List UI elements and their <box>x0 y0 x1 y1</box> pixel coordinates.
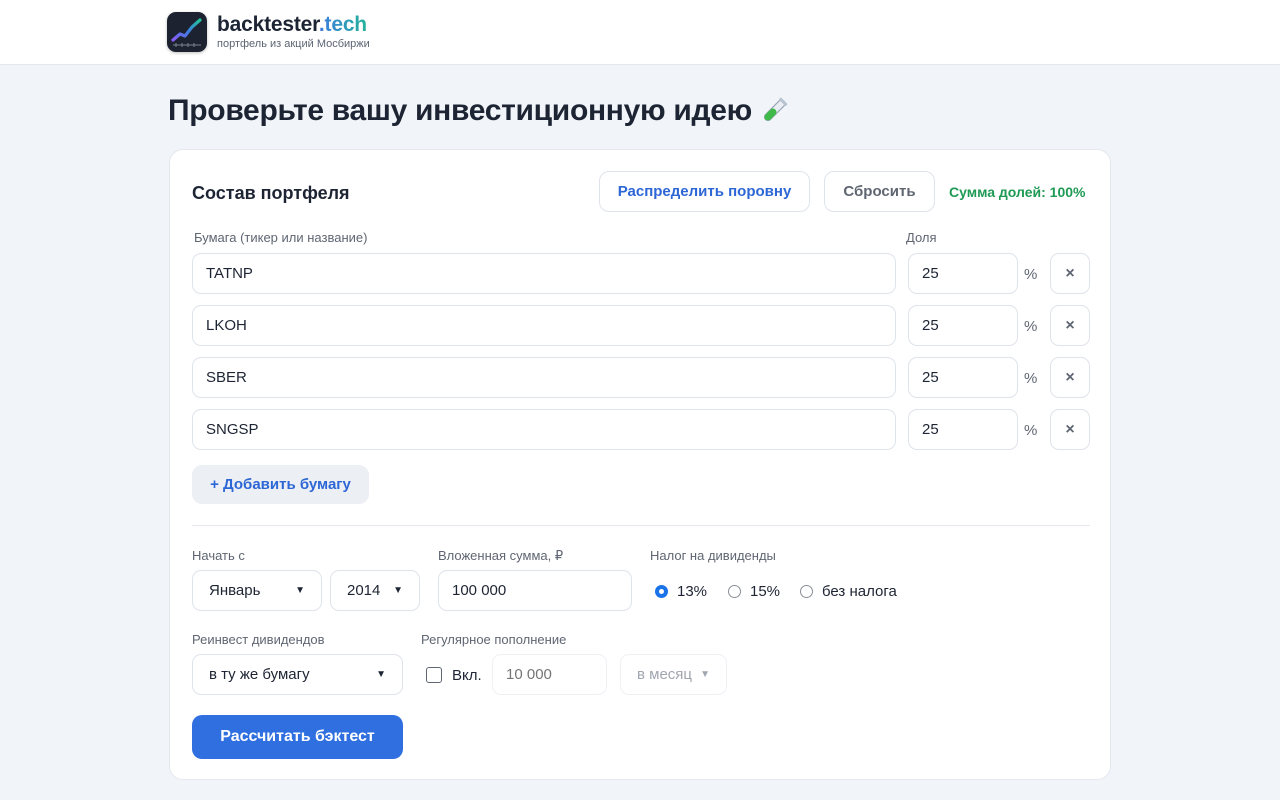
distribute-evenly-button[interactable]: Распределить поровну <box>599 171 810 212</box>
reset-button[interactable]: Сбросить <box>824 171 935 212</box>
add-security-button[interactable]: + Добавить бумагу <box>192 465 369 504</box>
close-icon: × <box>1065 316 1075 334</box>
amount-input[interactable] <box>438 570 632 611</box>
ticker-column-label: Бумага (тикер или название) <box>194 230 368 245</box>
percent-sign: % <box>1024 370 1038 387</box>
chevron-down-icon: ▼ <box>700 669 710 680</box>
site-header: backtester.tech портфель из акций Мосбир… <box>0 0 1280 65</box>
ticker-input[interactable] <box>192 357 896 398</box>
remove-row-button[interactable]: × <box>1050 409 1090 450</box>
start-month-select[interactable]: Январь ▼ <box>192 570 322 611</box>
share-input[interactable] <box>908 409 1018 450</box>
portfolio-row: % × <box>192 305 1090 346</box>
share-sum-status: Сумма долей: 100% <box>949 184 1086 200</box>
share-input[interactable] <box>908 253 1018 294</box>
ticker-input[interactable] <box>192 305 896 346</box>
portfolio-row: % × <box>192 253 1090 294</box>
chevron-down-icon: ▼ <box>393 585 403 596</box>
ticker-input[interactable] <box>192 253 896 294</box>
page-title-text: Проверьте вашу инвестиционную идею <box>168 94 752 127</box>
start-year-select[interactable]: 2014 ▼ <box>330 570 420 611</box>
brand-name-accent: .tech <box>318 13 367 36</box>
dividend-tax-label: Налог на дивиденды <box>650 548 776 563</box>
topup-period-value: в месяц <box>637 666 693 683</box>
tax-option-13[interactable]: 13% <box>655 583 707 600</box>
portfolio-row: % × <box>192 357 1090 398</box>
ticker-input[interactable] <box>192 409 896 450</box>
section-divider <box>192 525 1090 526</box>
amount-label: Вложенная сумма, ₽ <box>438 548 564 563</box>
topup-period-select[interactable]: в месяц ▼ <box>620 654 727 695</box>
topup-enabled-label: Вкл. <box>452 667 482 684</box>
radio-icon <box>800 585 813 598</box>
start-month-value: Январь <box>209 582 261 599</box>
topup-checkbox[interactable] <box>426 667 442 683</box>
remove-row-button[interactable]: × <box>1050 253 1090 294</box>
page-title: Проверьте вашу инвестиционную идею <box>168 93 790 129</box>
chevron-down-icon: ▼ <box>295 585 305 596</box>
share-column-label: Доля <box>906 230 937 245</box>
tax-option-none[interactable]: без налога <box>800 583 897 600</box>
tax-option-15[interactable]: 15% <box>728 583 780 600</box>
portfolio-title: Состав портфеля <box>192 183 350 203</box>
percent-sign: % <box>1024 422 1038 439</box>
reinvest-value: в ту же бумагу <box>209 666 310 683</box>
close-icon: × <box>1065 264 1075 282</box>
start-year-value: 2014 <box>347 582 381 599</box>
radio-selected-icon <box>655 585 668 598</box>
topup-amount-input[interactable] <box>492 654 607 695</box>
run-backtest-button[interactable]: Рассчитать бэктест <box>192 715 403 759</box>
share-input[interactable] <box>908 357 1018 398</box>
tax-option-label: 15% <box>750 583 781 600</box>
portfolio-row: % × <box>192 409 1090 450</box>
start-date-label: Начать с <box>192 548 245 563</box>
tax-option-label: 13% <box>677 583 708 600</box>
close-icon: × <box>1065 368 1075 386</box>
topup-label: Регулярное пополнение <box>421 632 567 647</box>
portfolio-card: Состав портфеля Распределить поровну Сбр… <box>169 149 1111 780</box>
brand-name[interactable]: backtester.tech <box>217 13 367 37</box>
chart-logo-icon[interactable] <box>167 12 207 52</box>
reinvest-select[interactable]: в ту же бумагу ▼ <box>192 654 403 695</box>
test-tube-icon <box>763 97 788 122</box>
brand-tagline: портфель из акций Мосбиржи <box>217 38 370 50</box>
chevron-down-icon: ▼ <box>376 669 386 680</box>
remove-row-button[interactable]: × <box>1050 357 1090 398</box>
tax-option-label: без налога <box>822 583 897 600</box>
reinvest-label: Реинвест дивидендов <box>192 632 325 647</box>
percent-sign: % <box>1024 318 1038 335</box>
brand-name-main: backtester <box>217 13 319 36</box>
percent-sign: % <box>1024 266 1038 283</box>
radio-icon <box>728 585 741 598</box>
remove-row-button[interactable]: × <box>1050 305 1090 346</box>
close-icon: × <box>1065 420 1075 438</box>
share-input[interactable] <box>908 305 1018 346</box>
